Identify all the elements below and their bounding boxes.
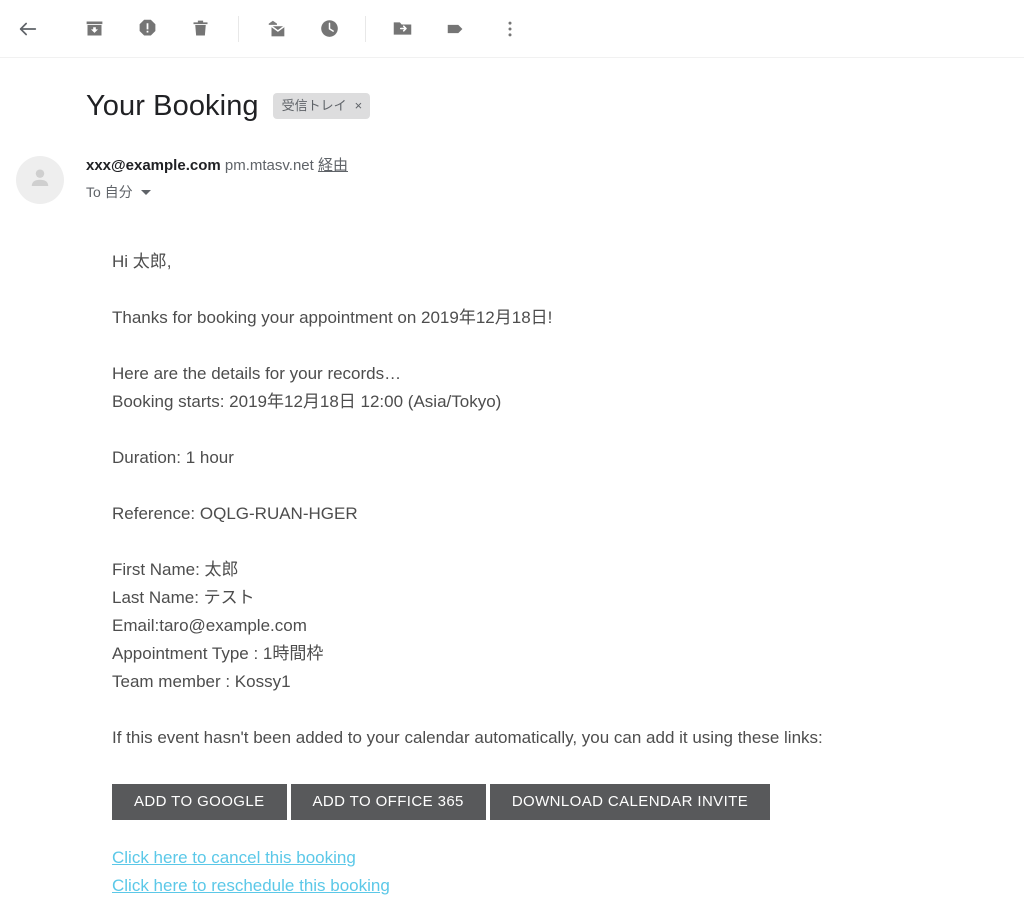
- mark-unread-icon: [266, 18, 288, 40]
- calendar-note-text: If this event hasn't been added to your …: [112, 728, 823, 747]
- toolbar-divider-1: [238, 15, 239, 42]
- snooze-button[interactable]: [309, 9, 349, 49]
- subject-row: Your Booking 受信トレイ ×: [0, 58, 1024, 124]
- thanks-paragraph: Thanks for booking your appointment on 2…: [112, 304, 1024, 332]
- reference-paragraph: Reference: OQLG-RUAN-HGER: [112, 500, 1024, 528]
- sender-email[interactable]: xxx@example.com: [86, 157, 221, 174]
- booking-starts-text: Booking starts: 2019年12月18日 12:00 (Asia/…: [112, 392, 502, 411]
- last-name-text: Last Name: テスト: [112, 588, 255, 607]
- add-to-google-button[interactable]: ADD TO GOOGLE: [112, 784, 287, 820]
- team-member-text: Team member : Kossy1: [112, 672, 291, 691]
- download-calendar-invite-button[interactable]: DOWNLOAD CALENDAR INVITE: [489, 784, 771, 820]
- inbox-label-text: 受信トレイ: [281, 98, 347, 113]
- toolbar-divider-2: [365, 15, 366, 42]
- chevron-down-icon[interactable]: [140, 189, 151, 195]
- sender-line: xxx@example.com pm.mtasv.net 経由: [86, 156, 348, 176]
- details-intro-text: Here are the details for your records…: [112, 364, 402, 383]
- archive-button[interactable]: [74, 9, 114, 49]
- first-name-text: First Name: 太郎: [112, 560, 239, 579]
- calendar-buttons-group: ADD TO GOOGLE ADD TO OFFICE 365 DOWNLOAD…: [112, 784, 1024, 820]
- report-spam-button[interactable]: [127, 9, 167, 49]
- labels-button[interactable]: [436, 9, 476, 49]
- move-to-folder-icon: [392, 18, 413, 39]
- more-vertical-icon: [500, 19, 520, 39]
- sender-block: xxx@example.com pm.mtasv.net 経由 To 自分: [0, 124, 1024, 204]
- message-body: Hi 太郎, Thanks for booking your appointme…: [0, 204, 1024, 900]
- booking-links-group: Click here to cancel this booking Click …: [112, 844, 1024, 900]
- trash-icon: [190, 18, 211, 39]
- recipient-label: To 自分: [86, 184, 133, 200]
- details-paragraph: Here are the details for your records… B…: [112, 360, 1024, 416]
- thanks-text: Thanks for booking your appointment on 2…: [112, 308, 553, 327]
- move-to-button[interactable]: [382, 9, 422, 49]
- greeting-paragraph: Hi 太郎,: [112, 248, 1024, 276]
- calendar-note-paragraph: If this event hasn't been added to your …: [112, 724, 1024, 752]
- sender-via-label[interactable]: 経由: [318, 157, 348, 174]
- back-button[interactable]: [8, 9, 48, 49]
- reschedule-booking-link[interactable]: Click here to reschedule this booking: [112, 872, 390, 900]
- avatar: [16, 156, 64, 204]
- appointment-type-text: Appointment Type : 1時間枠: [112, 644, 324, 663]
- mark-unread-button[interactable]: [257, 9, 297, 49]
- cancel-booking-link[interactable]: Click here to cancel this booking: [112, 844, 356, 872]
- add-to-office365-button[interactable]: ADD TO OFFICE 365: [290, 784, 486, 820]
- greeting-text: Hi 太郎,: [112, 252, 172, 271]
- inbox-label-chip[interactable]: 受信トレイ ×: [272, 93, 371, 119]
- report-spam-icon: [137, 18, 158, 39]
- duration-text: Duration: 1 hour: [112, 448, 234, 467]
- clock-icon: [319, 18, 340, 39]
- more-options-button[interactable]: [490, 9, 530, 49]
- sender-via-domain: pm.mtasv.net: [224, 157, 314, 174]
- person-icon: [27, 165, 53, 196]
- archive-icon: [84, 18, 105, 39]
- duration-paragraph: Duration: 1 hour: [112, 444, 1024, 472]
- remove-label-icon[interactable]: ×: [355, 99, 363, 112]
- reference-text: Reference: OQLG-RUAN-HGER: [112, 504, 358, 523]
- back-arrow-icon: [17, 18, 39, 40]
- label-tag-icon: [445, 18, 467, 40]
- attendee-details-paragraph: First Name: 太郎 Last Name: テスト Email:taro…: [112, 556, 1024, 696]
- email-text: Email:taro@example.com: [112, 616, 307, 635]
- page-title: Your Booking: [86, 90, 259, 122]
- delete-button[interactable]: [180, 9, 220, 49]
- message-toolbar: [0, 0, 1024, 58]
- recipient-row[interactable]: To 自分: [86, 182, 348, 202]
